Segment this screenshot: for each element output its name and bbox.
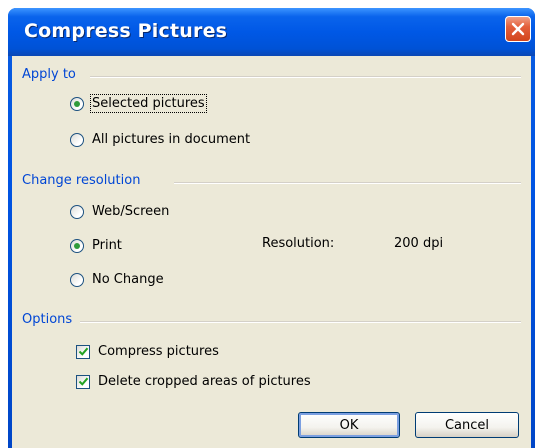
checkbox-delete-cropped-label: Delete cropped areas of pictures <box>98 374 311 389</box>
radio-print[interactable]: Print <box>70 238 122 253</box>
radio-button[interactable] <box>70 238 84 253</box>
radio-button[interactable] <box>70 132 84 147</box>
radio-button[interactable] <box>70 272 84 287</box>
close-icon <box>511 22 525 36</box>
radio-all-pictures-label: All pictures in document <box>92 132 251 147</box>
checkbox[interactable] <box>76 374 90 389</box>
options-divider <box>80 321 521 323</box>
close-button[interactable] <box>505 16 531 42</box>
radio-no-change-label: No Change <box>92 272 164 287</box>
radio-web-screen-label: Web/Screen <box>92 204 170 219</box>
radio-web-screen[interactable]: Web/Screen <box>70 204 169 219</box>
radio-button[interactable] <box>70 96 84 111</box>
apply-to-divider <box>90 76 521 78</box>
checkbox-delete-cropped[interactable]: Delete cropped areas of pictures <box>76 374 311 389</box>
dialog-title: Compress Pictures <box>24 20 228 42</box>
options-group-label: Options <box>22 312 73 327</box>
ok-button[interactable]: OK <box>298 412 400 438</box>
radio-button[interactable] <box>70 204 84 219</box>
title-bar[interactable]: Compress Pictures <box>8 8 535 56</box>
dialog-body: Apply to Selected pictures All pictures … <box>12 56 531 448</box>
radio-selected-pictures[interactable]: Selected pictures <box>70 94 207 113</box>
resolution-label: Resolution: <box>262 236 335 251</box>
checkmark-icon <box>78 347 88 356</box>
radio-print-label: Print <box>92 238 122 253</box>
cancel-button[interactable]: Cancel <box>415 412 519 438</box>
radio-all-pictures[interactable]: All pictures in document <box>70 132 250 147</box>
apply-to-group-label: Apply to <box>22 67 76 82</box>
change-resolution-divider <box>174 182 521 184</box>
radio-no-change[interactable]: No Change <box>70 272 164 287</box>
resolution-value: 200 dpi <box>394 236 444 251</box>
radio-selected-pictures-label: Selected pictures <box>90 94 207 113</box>
checkmark-icon <box>78 377 88 386</box>
change-resolution-group-label: Change resolution <box>22 173 141 188</box>
checkbox-compress-pictures-label: Compress pictures <box>98 344 219 359</box>
checkbox[interactable] <box>76 344 90 359</box>
compress-pictures-dialog: Compress Pictures Apply to Selected pict… <box>8 8 535 448</box>
checkbox-compress-pictures[interactable]: Compress pictures <box>76 344 219 359</box>
